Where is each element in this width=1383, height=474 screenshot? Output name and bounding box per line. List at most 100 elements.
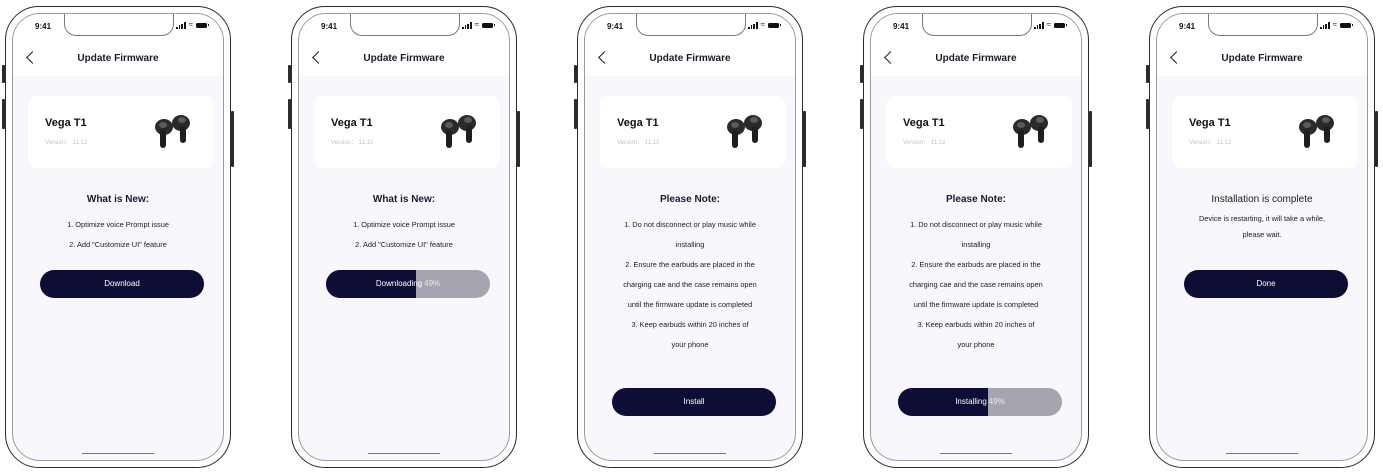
side-button <box>1146 99 1149 129</box>
status-bar: 9:41 ≈ <box>585 14 795 42</box>
status-time: 9:41 <box>607 22 624 31</box>
device-name: Vega T1 <box>45 117 87 129</box>
page-title: Update Firmware <box>77 53 159 64</box>
screen: 9:41 ≈ Update Firmware Vega T1 Version： … <box>870 13 1082 461</box>
complete-title: Installation is complete <box>1211 194 1313 205</box>
side-button <box>860 99 863 129</box>
earbuds-icon <box>727 115 762 148</box>
device-version: Version： 11.12 <box>1189 140 1232 146</box>
done-button[interactable]: Done <box>1184 270 1348 298</box>
download-progress-bar: Downloading 49% <box>326 270 490 298</box>
wifi-icon: ≈ <box>188 20 193 29</box>
device-name: Vega T1 <box>331 117 373 129</box>
device-card: Vega T1 Version： 11.12 <box>28 96 214 168</box>
home-indicator <box>1226 452 1298 454</box>
phone-downloading: 9:41 ≈ Update Firmware Vega T1 Version： … <box>288 6 520 468</box>
please-note-section: Please Note: 1. Do not disconnect or pla… <box>877 194 1075 355</box>
screen: 9:41 ≈ Update Firmware Vega T1 Version： … <box>584 13 796 461</box>
complete-section: Installation is complete Device is resta… <box>1163 194 1361 243</box>
screen: 9:41 ≈ Update Firmware Vega T1 Version： … <box>298 13 510 461</box>
status-bar: 9:41 ≈ <box>871 14 1081 42</box>
note-line: 1. Do not disconnect or play music while <box>910 220 1042 229</box>
note-line: 3. Keep earbuds within 20 inches of <box>631 320 749 329</box>
page-title: Update Firmware <box>935 53 1017 64</box>
side-button <box>1375 111 1378 167</box>
nav-bar: Update Firmware <box>13 42 223 76</box>
status-icons: ≈ <box>176 20 209 29</box>
nav-bar: Update Firmware <box>585 42 795 76</box>
whats-new-line: 2. Add "Customize UI" feature <box>69 240 167 249</box>
please-note-title: Please Note: <box>945 194 1007 205</box>
note-line: 2. Ensure the earbuds are placed in the <box>911 260 1041 269</box>
screen: 9:41 ≈ Update Firmware Vega T1 Version： … <box>1156 13 1368 461</box>
whats-new-line: 1. Optimize voice Prompt issue <box>67 220 169 229</box>
nav-bar: Update Firmware <box>871 42 1081 76</box>
device-card: Vega T1 Version： 11.12 <box>600 96 786 168</box>
page-title: Update Firmware <box>1221 53 1303 64</box>
side-button <box>1089 111 1092 167</box>
note-line: until the firmware update is completed <box>627 300 753 309</box>
notch <box>64 14 174 36</box>
status-bar: 9:41 ≈ <box>1157 14 1367 42</box>
earbuds-icon <box>1013 115 1048 148</box>
signal-icon <box>1034 21 1044 29</box>
install-percent: 49% <box>988 397 1005 406</box>
device-card: Vega T1 Version： 11.12 <box>314 96 500 168</box>
page-title: Update Firmware <box>649 53 731 64</box>
screen: 9:41 ≈ Update Firmware Vega T1 Version： … <box>12 13 224 461</box>
earbuds-icon <box>441 115 476 148</box>
please-note-section: Please Note: 1. Do not disconnect or pla… <box>591 194 789 355</box>
whats-new-line: 1. Optimize voice Prompt issue <box>353 220 455 229</box>
status-time: 9:41 <box>321 22 338 31</box>
whats-new-section: What is New: 1. Optimize voice Prompt is… <box>305 194 503 255</box>
phone-installing: 9:41 ≈ Update Firmware Vega T1 Version： … <box>860 6 1092 468</box>
device-name: Vega T1 <box>903 117 945 129</box>
phone-install: 9:41 ≈ Update Firmware Vega T1 Version： … <box>574 6 806 468</box>
device-version: Version： 11.12 <box>617 140 660 146</box>
side-button <box>2 65 5 83</box>
note-line: your phone <box>671 340 709 349</box>
install-progress-bar: Installing 49% <box>898 388 1062 416</box>
status-icons: ≈ <box>462 21 495 29</box>
phone-complete: 9:41 ≈ Update Firmware Vega T1 Version： … <box>1146 6 1378 468</box>
install-button[interactable]: Install <box>612 388 776 416</box>
device-name: Vega T1 <box>1189 117 1231 129</box>
device-card: Vega T1 Version： 11.12 <box>1172 96 1358 168</box>
status-icons: ≈ <box>1320 20 1353 29</box>
side-button <box>1146 65 1149 83</box>
download-button[interactable]: Download <box>40 270 204 298</box>
side-button <box>288 99 291 129</box>
device-card: Vega T1 Version： 11.12 <box>886 96 1072 168</box>
wifi-icon: ≈ <box>1332 20 1337 29</box>
home-indicator <box>82 452 154 454</box>
notch <box>636 14 746 36</box>
whats-new-section: What is New: 1. Optimize voice Prompt is… <box>19 194 217 255</box>
device-version: Version： 11.12 <box>331 140 374 146</box>
note-line: your phone <box>957 340 995 349</box>
download-progress-label: Downloading 49% <box>326 270 490 298</box>
note-line: charging cae and the case remains open <box>909 280 1043 289</box>
battery-icon <box>196 22 209 28</box>
signal-icon <box>462 21 472 29</box>
notch <box>350 14 460 36</box>
wifi-icon: ≈ <box>1046 20 1051 29</box>
downloading-label: Downloading <box>375 279 423 288</box>
note-line: 1. Do not disconnect or play music while <box>624 220 756 229</box>
home-indicator <box>940 452 1012 454</box>
download-percent: 49% <box>424 279 441 288</box>
note-line: installing <box>675 240 705 249</box>
battery-icon <box>768 22 781 28</box>
please-note-title: Please Note: <box>659 194 721 205</box>
whats-new-title: What is New: <box>372 194 436 205</box>
signal-icon <box>176 21 186 29</box>
battery-icon <box>1054 22 1067 28</box>
home-indicator <box>368 452 440 454</box>
note-line: charging cae and the case remains open <box>623 280 757 289</box>
install-progress-label: Installing 49% <box>898 388 1062 416</box>
device-version: Version： 11.12 <box>45 140 88 146</box>
notch <box>922 14 1032 36</box>
nav-bar: Update Firmware <box>299 42 509 76</box>
nav-bar: Update Firmware <box>1157 42 1367 76</box>
whats-new-line: 2. Add "Customize UI" feature <box>355 240 453 249</box>
note-line: installing <box>961 240 991 249</box>
